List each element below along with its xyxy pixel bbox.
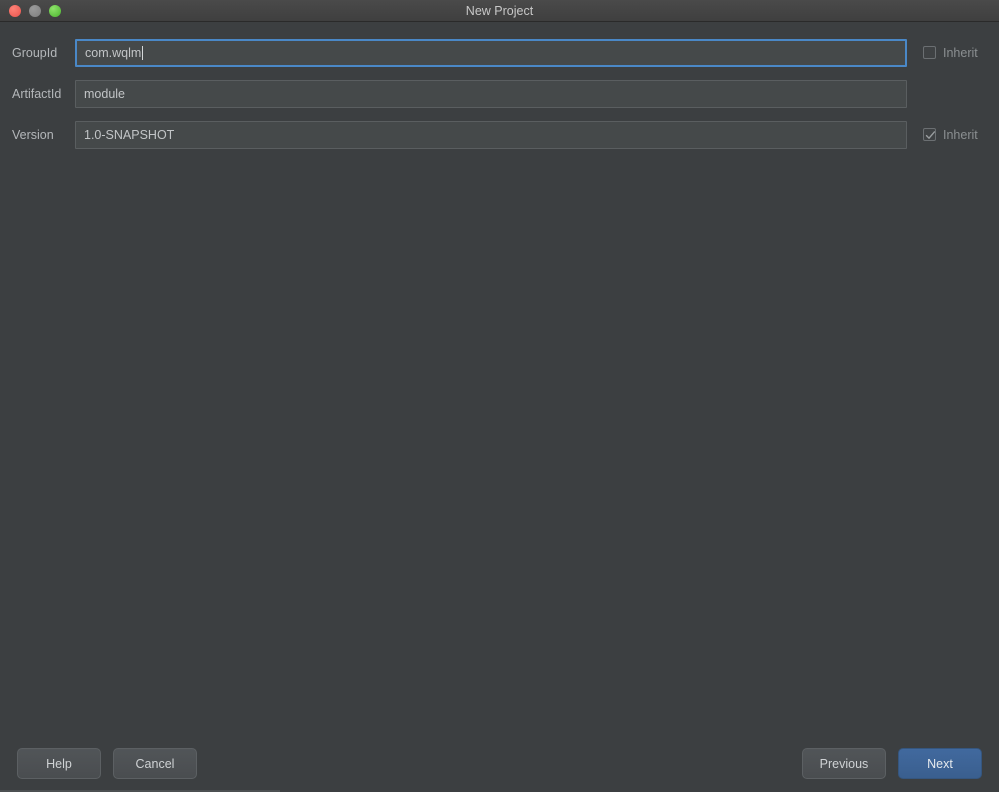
next-button[interactable]: Next xyxy=(898,748,982,779)
version-inherit-checkbox[interactable] xyxy=(923,128,936,141)
window-title: New Project xyxy=(465,4,534,18)
version-inherit-label: Inherit xyxy=(943,127,978,142)
new-project-dialog: New Project GroupId com.wqlm Inherit Art… xyxy=(0,0,999,792)
groupid-inherit-group[interactable]: Inherit xyxy=(907,46,999,60)
form-row-artifactid: ArtifactId module Inherit xyxy=(0,73,999,114)
title-bar: New Project xyxy=(0,0,999,22)
maximize-window-icon[interactable] xyxy=(49,4,61,17)
artifactid-label: ArtifactId xyxy=(12,86,62,101)
footer-left-actions: Help Cancel xyxy=(17,748,197,779)
text-caret xyxy=(142,45,144,60)
help-button[interactable]: Help xyxy=(17,748,101,779)
artifactid-value: module xyxy=(84,86,125,101)
groupid-value: com.wqlm xyxy=(85,45,142,60)
groupid-input[interactable]: com.wqlm xyxy=(75,38,907,67)
window-controls xyxy=(0,4,61,17)
version-inherit-group[interactable]: Inherit xyxy=(907,128,999,142)
version-input[interactable]: 1.0-SNAPSHOT xyxy=(75,120,907,149)
groupid-inherit-checkbox[interactable] xyxy=(923,46,936,59)
previous-button[interactable]: Previous xyxy=(802,748,886,779)
groupid-inherit-label: Inherit xyxy=(943,45,978,60)
footer-right-actions: Previous Next xyxy=(802,748,982,779)
coordinates-form: GroupId com.wqlm Inherit ArtifactId modu… xyxy=(0,22,999,155)
version-value: 1.0-SNAPSHOT xyxy=(84,127,175,142)
form-row-version: Version 1.0-SNAPSHOT Inherit xyxy=(0,114,999,155)
artifactid-input[interactable]: module xyxy=(75,79,907,108)
dialog-content: GroupId com.wqlm Inherit ArtifactId modu… xyxy=(0,22,999,735)
version-label: Version xyxy=(12,127,54,142)
close-window-icon[interactable] xyxy=(9,4,21,17)
minimize-window-icon[interactable] xyxy=(29,4,41,17)
form-row-groupid: GroupId com.wqlm Inherit xyxy=(0,32,999,73)
cancel-button[interactable]: Cancel xyxy=(113,748,197,779)
dialog-footer: Help Cancel Previous Next xyxy=(0,735,999,792)
groupid-label: GroupId xyxy=(12,45,58,60)
